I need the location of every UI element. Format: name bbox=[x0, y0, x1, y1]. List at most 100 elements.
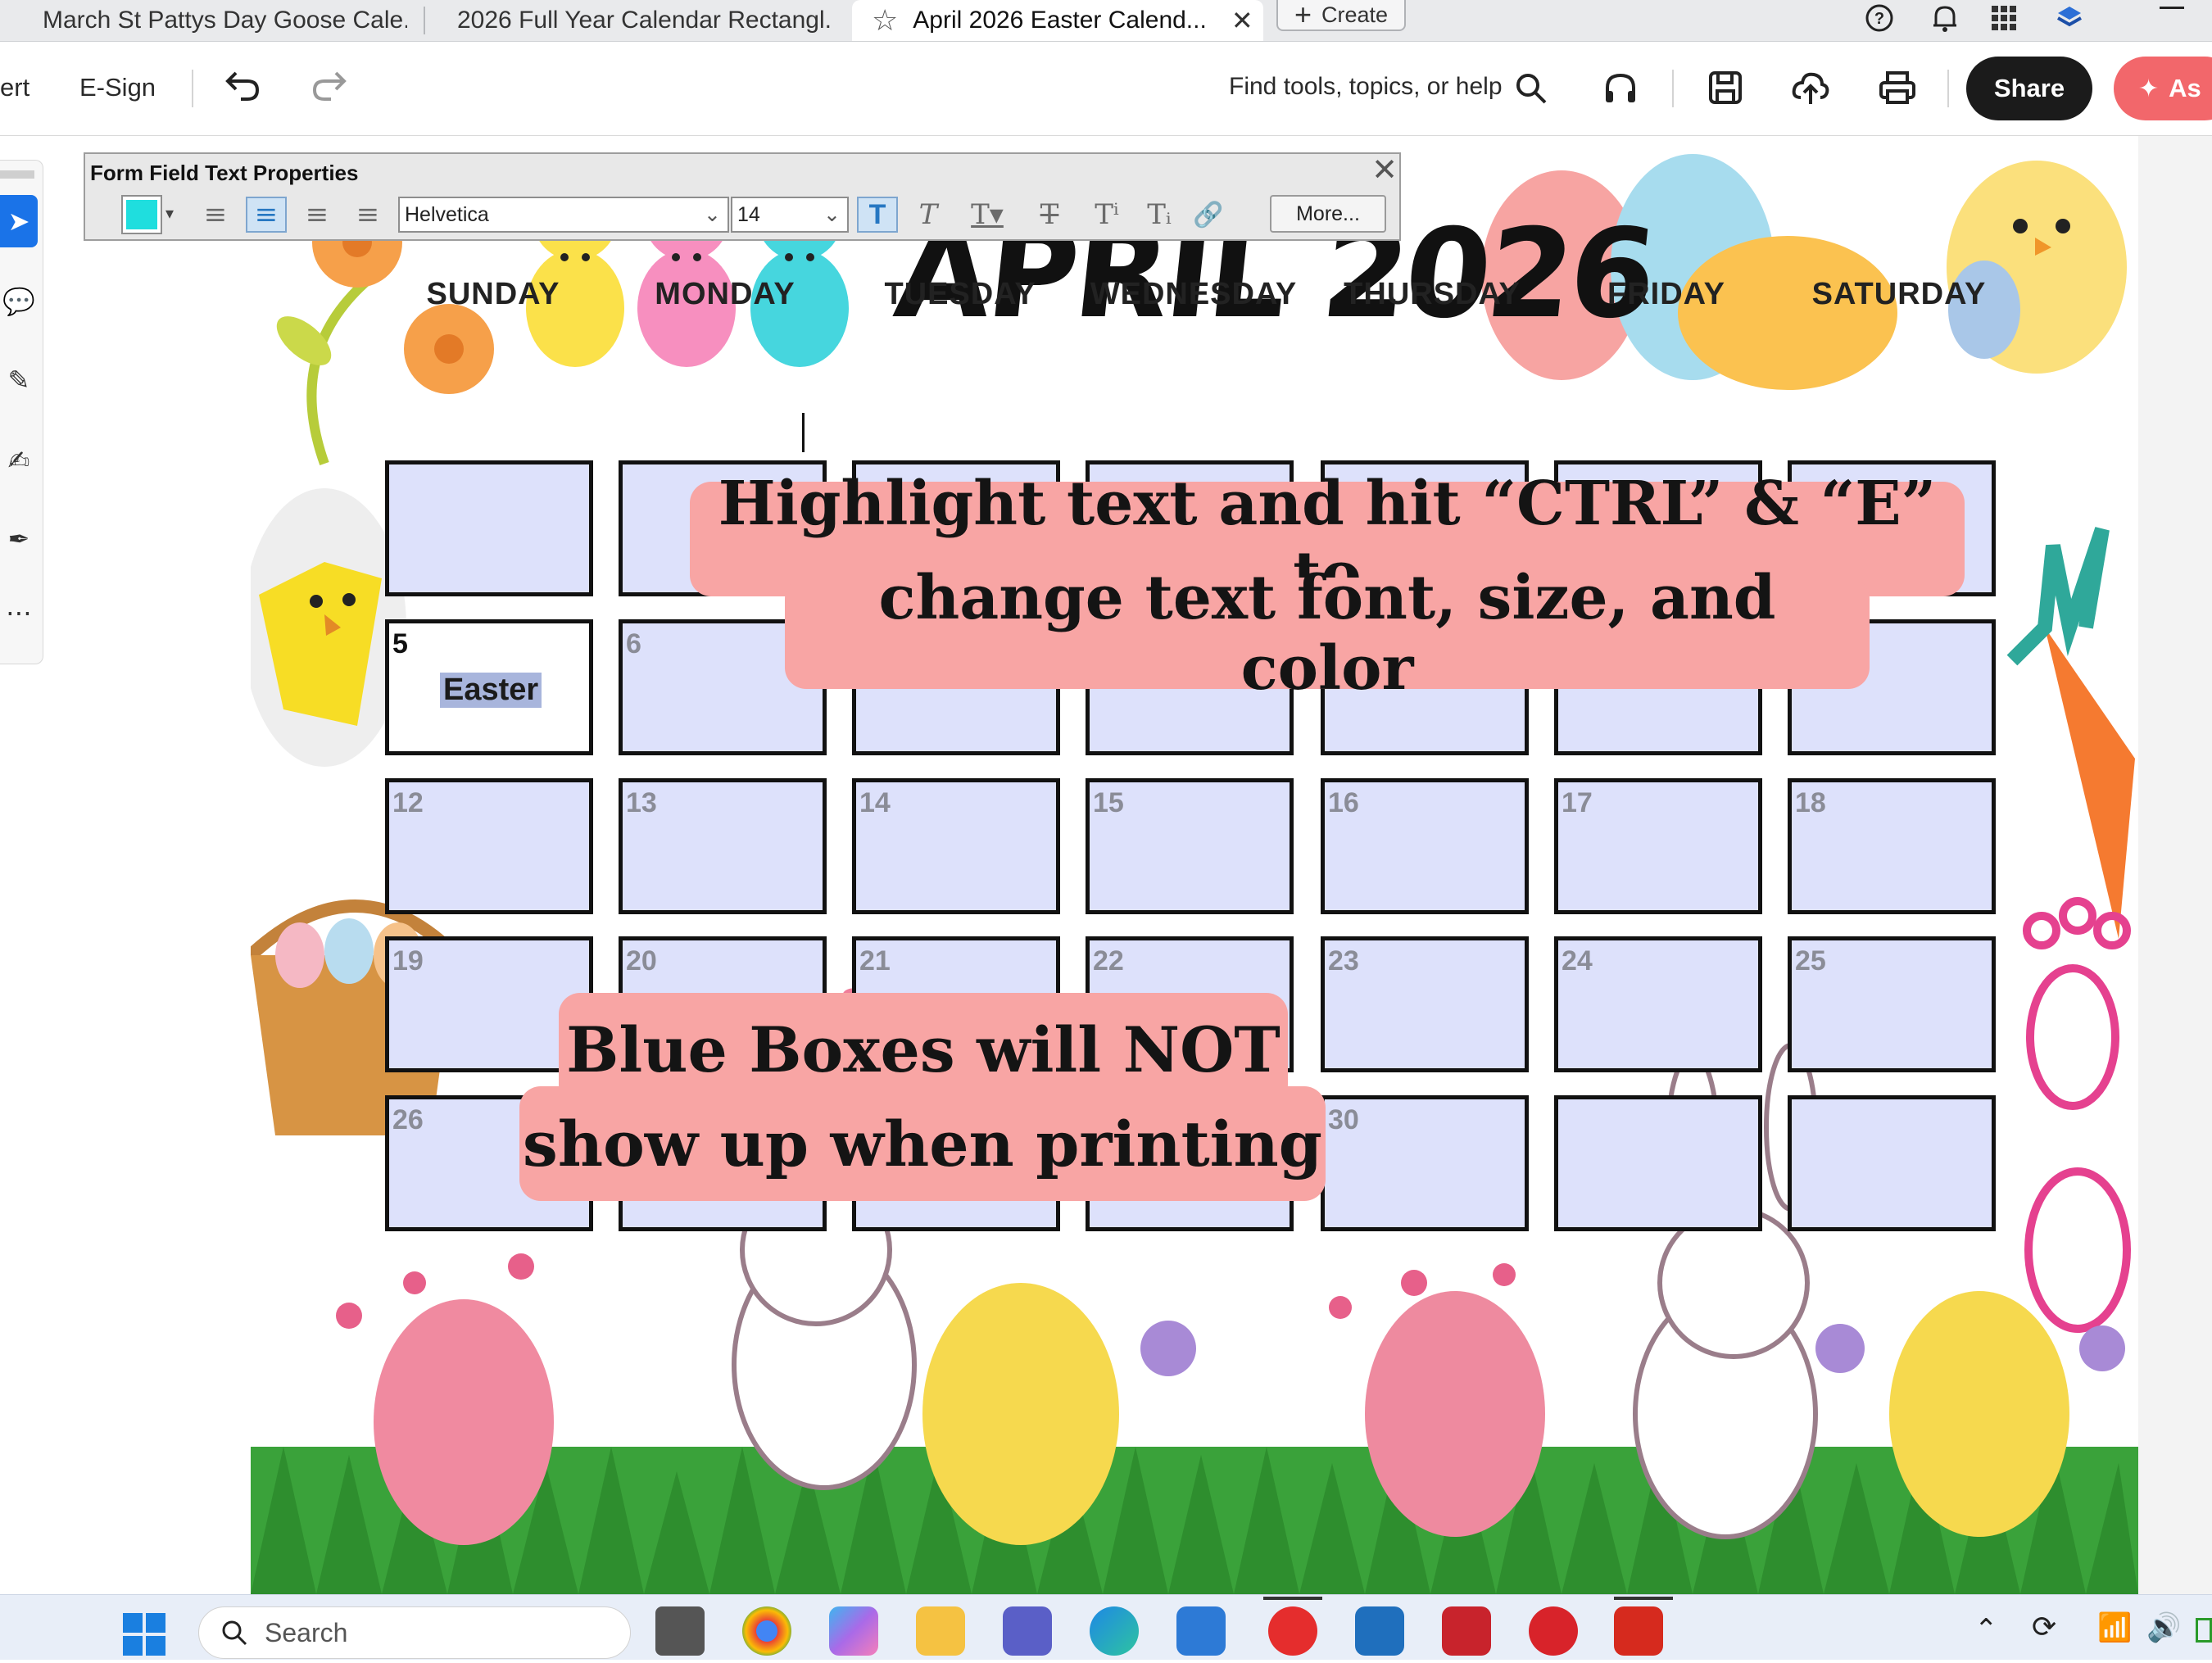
calendar-cell[interactable]: 18 bbox=[1788, 778, 1996, 914]
undo-icon[interactable] bbox=[223, 66, 262, 108]
chevron-down-icon[interactable]: ▾ bbox=[165, 203, 174, 224]
tab-april-easter-calendar[interactable]: ☆ April 2026 Easter Calend... ✕ bbox=[852, 0, 1263, 41]
volume-icon[interactable]: 🔊 bbox=[2146, 1611, 2181, 1644]
bold-text-icon[interactable]: T bbox=[857, 197, 898, 233]
fill-sign-icon[interactable]: ✒ bbox=[0, 513, 38, 565]
minimize-icon[interactable] bbox=[2160, 7, 2184, 9]
share-button[interactable]: Share bbox=[1966, 57, 2092, 120]
ai-assistant-button[interactable]: ✦ As bbox=[2114, 57, 2212, 120]
calendar-cell[interactable]: 15 bbox=[1086, 778, 1294, 914]
bell-icon[interactable] bbox=[1927, 2, 1963, 34]
headphones-icon[interactable] bbox=[1602, 70, 1639, 111]
font-family-select[interactable]: Helvetica ⌄ bbox=[398, 197, 729, 233]
calendar-cell[interactable] bbox=[1554, 1095, 1762, 1231]
calendar-cell[interactable]: 23 bbox=[1321, 936, 1529, 1072]
outlook-icon[interactable] bbox=[1176, 1606, 1226, 1656]
calendar-cell[interactable]: 30 bbox=[1321, 1095, 1529, 1231]
calendar-cell-selected[interactable]: 5 Easter bbox=[385, 619, 593, 755]
superscript-text-icon[interactable]: Tⁱ bbox=[1086, 197, 1127, 233]
copilot-icon[interactable] bbox=[829, 1606, 878, 1656]
taskbar-search[interactable]: Search bbox=[198, 1606, 631, 1659]
calendar-cell[interactable]: 25 bbox=[1788, 936, 1996, 1072]
day-number: 16 bbox=[1328, 787, 1359, 818]
search-icon bbox=[222, 1620, 247, 1646]
windows-taskbar: Search ⌃ ⟳ 📶 🔊 bbox=[0, 1594, 2212, 1660]
garden-grass-decoration bbox=[251, 1253, 2138, 1594]
print-icon[interactable] bbox=[1878, 70, 1917, 110]
file-explorer-icon[interactable] bbox=[916, 1606, 965, 1656]
tab-label: April 2026 Easter Calend... bbox=[913, 7, 1207, 34]
underline-text-icon[interactable]: T▾ bbox=[959, 197, 1016, 233]
calendar-cell[interactable]: 14 bbox=[852, 778, 1060, 914]
sync-icon[interactable]: ⟳ bbox=[2032, 1610, 2056, 1644]
italic-text-icon[interactable]: T bbox=[908, 197, 949, 233]
calendar-cell[interactable]: 13 bbox=[619, 778, 827, 914]
signature-icon[interactable]: ✍ bbox=[0, 434, 38, 487]
toolbar-divider bbox=[192, 70, 193, 107]
calendar-cell[interactable]: 17 bbox=[1554, 778, 1762, 914]
close-icon[interactable]: ✕ bbox=[1370, 155, 1399, 186]
chick-decoration bbox=[1947, 161, 2127, 374]
close-tab-icon[interactable]: ✕ bbox=[1231, 5, 1253, 36]
esign-tool[interactable]: E-Sign bbox=[79, 73, 156, 102]
event-label-easter[interactable]: Easter bbox=[440, 673, 542, 708]
redo-icon[interactable] bbox=[310, 66, 349, 108]
opera-icon[interactable] bbox=[1268, 1606, 1317, 1656]
calendar-cell[interactable]: 16 bbox=[1321, 778, 1529, 914]
day-number: 13 bbox=[626, 787, 657, 818]
calendar-cell[interactable]: 24 bbox=[1554, 936, 1762, 1072]
day-number: 25 bbox=[1795, 945, 1826, 977]
comment-icon[interactable]: 💬 bbox=[0, 275, 38, 328]
justify-icon[interactable]: ≡ bbox=[347, 197, 388, 233]
cloud-storage-icon[interactable] bbox=[2051, 2, 2087, 34]
task-view-icon[interactable] bbox=[655, 1606, 705, 1656]
strikethrough-text-icon[interactable]: T bbox=[1029, 197, 1070, 233]
align-right-icon[interactable]: ≡ bbox=[297, 197, 338, 233]
calendar-cell[interactable]: 12 bbox=[385, 778, 593, 914]
convert-tool[interactable]: ert bbox=[0, 73, 29, 102]
select-cursor-icon[interactable]: ➤ bbox=[0, 195, 38, 247]
chrome-icon[interactable] bbox=[742, 1606, 791, 1656]
document-margin bbox=[2137, 136, 2212, 1594]
adobe-acrobat-icon[interactable] bbox=[1614, 1606, 1663, 1656]
subscript-text-icon[interactable]: Tᵢ bbox=[1139, 197, 1180, 233]
rail-handle bbox=[0, 170, 34, 179]
calendar-cell[interactable] bbox=[1788, 1095, 1996, 1231]
align-left-icon[interactable]: ≡ bbox=[195, 197, 236, 233]
form-field-text-properties-panel: Form Field Text Properties ✕ ▾ ≡ ≡ ≡ ≡ H… bbox=[84, 152, 1401, 241]
day-number: 20 bbox=[626, 945, 657, 977]
help-icon[interactable]: ? bbox=[1861, 2, 1897, 34]
search-icon[interactable] bbox=[1514, 71, 1548, 110]
link-icon[interactable]: 🔗 bbox=[1188, 197, 1229, 233]
mcafee-icon[interactable] bbox=[1442, 1606, 1491, 1656]
security-app-icon[interactable] bbox=[1529, 1606, 1578, 1656]
chevron-down-icon: ⌄ bbox=[823, 203, 841, 226]
find-tools-search[interactable]: Find tools, topics, or help bbox=[1229, 73, 1503, 101]
calendar-cell[interactable] bbox=[385, 460, 593, 596]
save-icon[interactable] bbox=[1707, 70, 1743, 110]
create-tab-button[interactable]: + Create bbox=[1276, 0, 1406, 31]
battery-icon[interactable] bbox=[2196, 1618, 2212, 1643]
more-tools-icon[interactable]: ⋯ bbox=[0, 587, 38, 639]
day-number: 6 bbox=[626, 628, 641, 659]
wifi-icon[interactable]: 📶 bbox=[2097, 1611, 2132, 1644]
upload-cloud-icon[interactable] bbox=[1791, 70, 1830, 110]
fill-color-picker[interactable] bbox=[121, 195, 162, 234]
apps-grid-icon[interactable] bbox=[1986, 2, 2022, 34]
day-header-tuesday: TUESDAY bbox=[884, 277, 1036, 311]
tab-label: 2026 Full Year Calendar Rectangl... bbox=[457, 7, 830, 34]
create-label: Create bbox=[1321, 2, 1389, 27]
tab-march-calendar[interactable]: March St Pattys Day Goose Cale... bbox=[43, 0, 407, 41]
day-number: 18 bbox=[1795, 787, 1826, 818]
edge-icon[interactable] bbox=[1090, 1606, 1139, 1656]
star-icon[interactable]: ☆ bbox=[872, 3, 898, 38]
more-button[interactable]: More... bbox=[1270, 195, 1386, 233]
font-size-select[interactable]: 14 ⌄ bbox=[731, 197, 849, 233]
teams-icon[interactable] bbox=[1003, 1606, 1052, 1656]
tab-full-year-calendar[interactable]: 2026 Full Year Calendar Rectangl... bbox=[457, 0, 830, 41]
pen-icon[interactable]: ✎ bbox=[0, 354, 38, 406]
chevron-up-icon[interactable]: ⌃ bbox=[1974, 1613, 1998, 1646]
align-center-icon[interactable]: ≡ bbox=[246, 197, 287, 233]
microsoft-store-icon[interactable] bbox=[1355, 1606, 1404, 1656]
windows-start-icon[interactable] bbox=[120, 1610, 169, 1663]
